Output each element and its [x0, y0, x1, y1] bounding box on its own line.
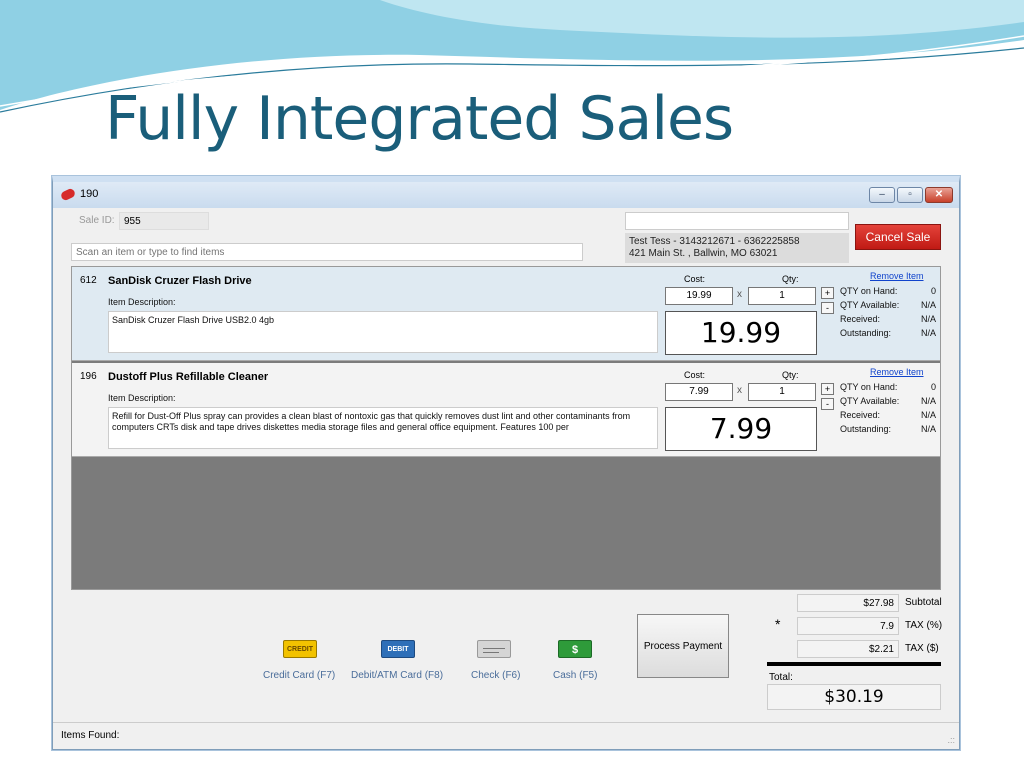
stock-row: QTY on Hand: 0: [840, 380, 936, 394]
remove-item-link[interactable]: Remove Item: [870, 367, 924, 377]
total-value: $30.19: [767, 684, 941, 710]
stock-label: QTY Available:: [840, 396, 900, 406]
line-items-panel: 612 SanDisk Cruzer Flash Drive Item Desc…: [71, 266, 941, 590]
cancel-sale-button[interactable]: Cancel Sale: [855, 224, 941, 250]
line-item: 196 Dustoff Plus Refillable Cleaner Item…: [72, 363, 940, 457]
qty-label: Qty:: [782, 274, 799, 284]
resize-grip-icon[interactable]: .::: [947, 735, 955, 745]
stock-value: N/A: [920, 314, 936, 324]
stock-label: Outstanding:: [840, 328, 892, 338]
stock-label: Received:: [840, 314, 881, 324]
line-item: 612 SanDisk Cruzer Flash Drive Item Desc…: [72, 267, 940, 361]
status-bar: Items Found: .::: [53, 722, 959, 749]
stock-label: QTY Available:: [840, 300, 900, 310]
multiply-sign: x: [737, 385, 742, 396]
stock-label: Outstanding:: [840, 424, 892, 434]
qty-decrement-button[interactable]: -: [821, 398, 834, 410]
debit-card-icon[interactable]: DEBIT: [381, 640, 415, 658]
sale-id-label: Sale ID:: [79, 215, 115, 226]
tax-rate-label: TAX (%): [905, 620, 943, 631]
debit-card-button[interactable]: Debit/ATM Card (F8): [351, 670, 443, 681]
qty-increment-button[interactable]: +: [821, 383, 834, 395]
stock-value: N/A: [920, 396, 936, 406]
item-id: 612: [80, 275, 97, 286]
maximize-button[interactable]: ▫: [897, 187, 923, 203]
stock-row: Outstanding: N/A: [840, 326, 936, 340]
status-text: Items Found:: [61, 730, 120, 741]
stock-value: N/A: [920, 410, 936, 420]
customer-search-input[interactable]: [625, 212, 849, 230]
stock-row: Received: N/A: [840, 408, 936, 422]
cost-label: Cost:: [684, 274, 706, 284]
item-search-input[interactable]: [71, 243, 583, 261]
sale-window: 190 – ▫ ✕ Sale ID: 955 Test Tess - 31432…: [52, 176, 960, 750]
item-name: SanDisk Cruzer Flash Drive: [108, 275, 252, 287]
qty-decrement-button[interactable]: -: [821, 302, 834, 314]
stock-value: 0: [930, 286, 936, 296]
line-total: 7.99: [665, 407, 817, 451]
stock-row: Received: N/A: [840, 312, 936, 326]
stock-row: QTY Available: N/A: [840, 298, 936, 312]
item-id: 196: [80, 371, 97, 382]
tax-rate-input[interactable]: 7.9: [797, 617, 899, 635]
stock-value: N/A: [920, 424, 936, 434]
cost-input[interactable]: 7.99: [665, 383, 733, 401]
qty-increment-button[interactable]: +: [821, 287, 834, 299]
credit-card-button[interactable]: Credit Card (F7): [263, 670, 335, 681]
check-button[interactable]: Check (F6): [471, 670, 520, 681]
customer-contact: Test Tess - 3143212671 - 6362225858: [629, 236, 800, 247]
cost-input[interactable]: 19.99: [665, 287, 733, 305]
cost-label: Cost:: [684, 370, 706, 380]
remove-item-link[interactable]: Remove Item: [870, 271, 924, 281]
total-label: Total:: [769, 672, 793, 683]
stock-row: Outstanding: N/A: [840, 422, 936, 436]
item-name: Dustoff Plus Refillable Cleaner: [108, 371, 269, 383]
qty-input[interactable]: 1: [748, 287, 816, 305]
stock-label: Received:: [840, 410, 881, 420]
process-payment-button[interactable]: Process Payment: [637, 614, 729, 678]
totals-divider: [767, 662, 941, 666]
window-controls: – ▫ ✕: [869, 187, 953, 203]
tax-amount-value: $2.21: [797, 640, 899, 658]
stock-label: QTY on Hand:: [840, 286, 898, 296]
item-description-field[interactable]: SanDisk Cruzer Flash Drive USB2.0 4gb: [108, 311, 658, 353]
stock-value: N/A: [920, 328, 936, 338]
stock-value: N/A: [920, 300, 936, 310]
close-button[interactable]: ✕: [925, 187, 953, 203]
qty-input[interactable]: 1: [748, 383, 816, 401]
credit-card-icon[interactable]: CREDIT: [283, 640, 317, 658]
stock-label: QTY on Hand:: [840, 382, 898, 392]
tax-marker: *: [775, 616, 781, 632]
cash-icon[interactable]: $: [558, 640, 592, 658]
stock-info: QTY on Hand: 0 QTY Available: N/A Received…: [840, 380, 936, 436]
minimize-button[interactable]: –: [869, 187, 895, 203]
item-description-field[interactable]: Refill for Dust-Off Plus spray can provi…: [108, 407, 658, 449]
window-title: 190: [80, 188, 99, 200]
cash-button[interactable]: Cash (F5): [553, 670, 597, 681]
slide: Fully Integrated Sales 190 – ▫ ✕ Sale ID…: [0, 0, 1024, 768]
stock-value: 0: [930, 382, 936, 392]
tax-amount-label: TAX ($): [905, 643, 939, 654]
subtotal-label: Subtotal: [905, 597, 942, 608]
sale-id-field: 955: [119, 212, 209, 230]
item-description-label: Item Description:: [108, 297, 176, 307]
stock-info: QTY on Hand: 0 QTY Available: N/A Received…: [840, 284, 936, 340]
window-titlebar[interactable]: 190 – ▫ ✕: [53, 182, 959, 208]
stock-row: QTY Available: N/A: [840, 394, 936, 408]
customer-info: Test Tess - 3143212671 - 6362225858 421 …: [625, 233, 849, 263]
slide-title: Fully Integrated Sales: [105, 84, 734, 154]
item-description-label: Item Description:: [108, 393, 176, 403]
multiply-sign: x: [737, 289, 742, 300]
customer-address: 421 Main St. , Ballwin, MO 63021: [629, 248, 778, 259]
stock-row: QTY on Hand: 0: [840, 284, 936, 298]
subtotal-value: $27.98: [797, 594, 899, 612]
line-total: 19.99: [665, 311, 817, 355]
qty-label: Qty:: [782, 370, 799, 380]
tag-icon: [59, 187, 77, 202]
check-icon[interactable]: [477, 640, 511, 658]
